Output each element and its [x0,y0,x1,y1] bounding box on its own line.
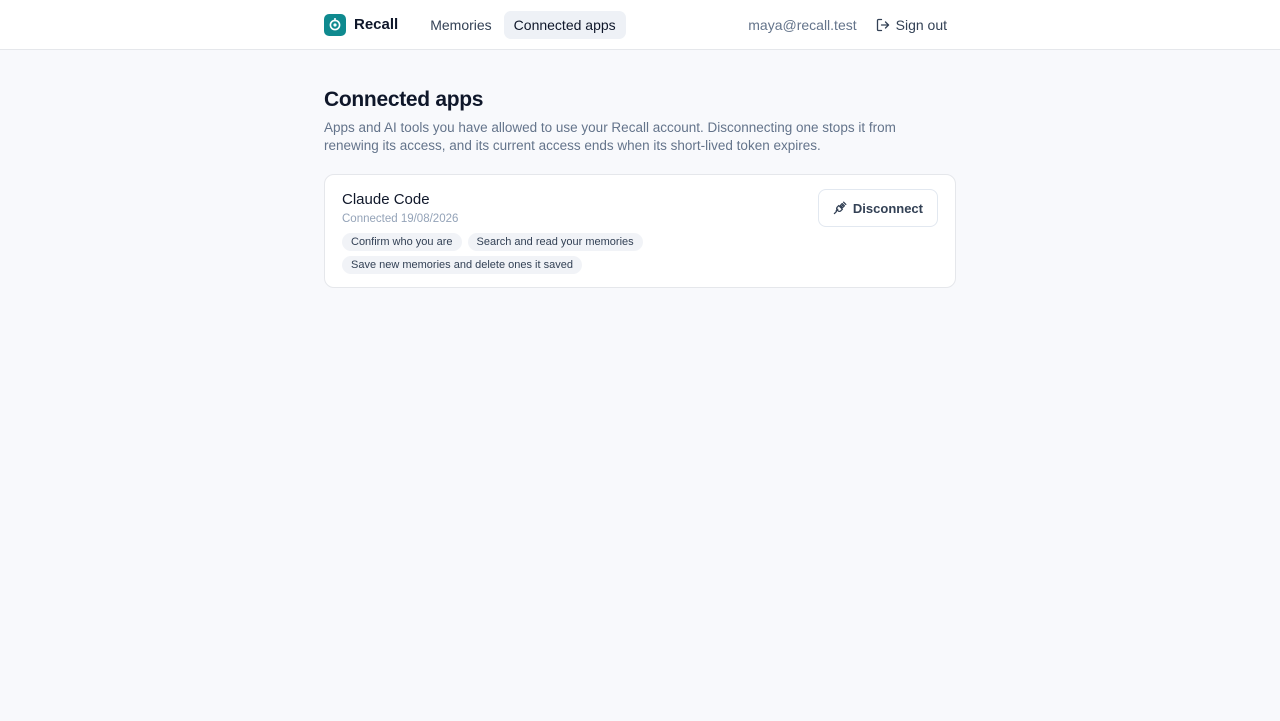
sign-out-label: Sign out [895,16,947,33]
sign-out-icon [876,18,889,31]
top-bar-inner: Recall Memories Connected apps maya@reca… [324,0,956,49]
scope-chip: Save new memories and delete ones it sav… [342,256,582,274]
scope-chip: Search and read your memories [467,233,643,251]
nav-memories[interactable]: Memories [420,11,501,39]
connected-app-card: Claude Code Connected 19/08/2026 Confirm… [324,174,956,288]
header-right: maya@recall.test Sign out [748,17,947,33]
sign-out-button[interactable]: Sign out [876,17,947,33]
disconnect-button[interactable]: Disconnect [817,189,938,227]
user-email: maya@recall.test [748,16,857,33]
unplug-icon [833,201,847,215]
main-content: Connected apps Apps and AI tools you hav… [324,50,956,288]
top-bar: Recall Memories Connected apps maya@reca… [0,0,1280,50]
brand-name: Recall [354,16,399,33]
recall-logo-icon [324,13,346,36]
scope-chip: Confirm who you are [342,233,462,251]
main-nav: Memories Connected apps [420,10,626,39]
scope-list: Confirm who you are Search and read your… [342,233,662,274]
nav-connected-apps[interactable]: Connected apps [503,10,626,39]
brand-link[interactable]: Recall [324,13,399,36]
disconnect-label: Disconnect [852,200,923,216]
page-title: Connected apps [324,88,484,111]
page-description: Apps and AI tools you have allowed to us… [324,120,896,153]
